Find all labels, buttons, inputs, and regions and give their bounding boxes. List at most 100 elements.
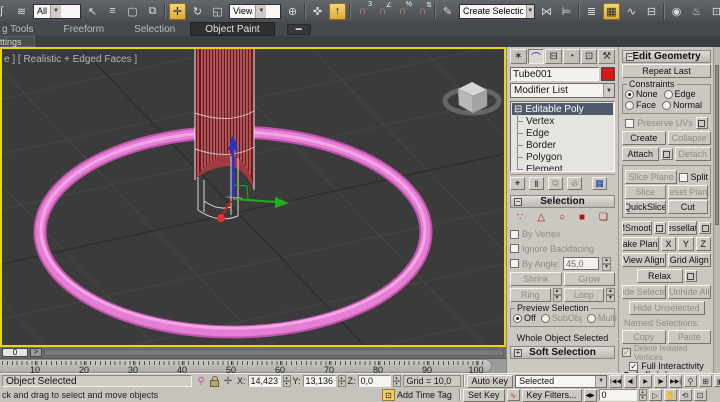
hide-selected-button[interactable]: Hide Selected <box>622 285 666 299</box>
x-coordinate-field[interactable]: 14,423 <box>248 375 281 387</box>
z-spinner[interactable] <box>393 375 401 387</box>
field-of-view-icon[interactable]: ▷ <box>649 389 662 401</box>
edge-subobject-icon[interactable]: △ <box>537 212 545 223</box>
ribbon-tab-freeform[interactable]: Freeform <box>49 22 120 36</box>
panel-scrollbar[interactable] <box>713 47 720 373</box>
make-planar-y-button[interactable]: Y <box>678 237 693 251</box>
scrollbar-thumb[interactable] <box>715 65 719 225</box>
make-unique-icon[interactable]: ⧉ <box>548 177 563 190</box>
next-frame-button[interactable]: |▶ <box>654 375 667 388</box>
tube-object[interactable] <box>195 49 254 219</box>
paste-button[interactable]: Paste <box>668 330 712 344</box>
schematic-view-icon[interactable]: ⊟ <box>643 3 660 20</box>
tab-create[interactable]: ✶ <box>510 49 527 64</box>
edit-geometry-rollout-header[interactable]: Edit Geometry <box>622 50 711 63</box>
current-frame-field[interactable]: 0 <box>599 389 637 401</box>
set-key-button[interactable]: Set Key <box>463 389 505 402</box>
time-slider[interactable]: 0 > <box>0 347 506 359</box>
key-filters-button[interactable]: Key Filters... <box>522 389 582 402</box>
loop-spinner[interactable] <box>606 288 615 302</box>
cut-button[interactable]: Cut <box>668 200 709 214</box>
unhide-all-button[interactable]: Unhide All <box>668 285 712 299</box>
select-by-name-icon[interactable]: ≡ <box>104 3 121 20</box>
tab-display[interactable]: ⊡ <box>581 49 598 64</box>
z-coordinate-field[interactable]: 0,0 <box>358 375 391 387</box>
msmooth-settings-button[interactable] <box>654 222 666 234</box>
tab-hierarchy[interactable]: ⊟ <box>545 49 562 64</box>
tessellate-button[interactable]: Tessellate <box>668 221 698 235</box>
reference-coordinate-dropdown[interactable]: View <box>229 4 281 19</box>
viewcube[interactable] <box>445 82 499 113</box>
detach-button[interactable]: Detach <box>675 147 712 161</box>
named-selection-set-dropdown[interactable]: Create Selection Se <box>459 4 535 19</box>
stack-item-polygon[interactable]: Polygon <box>512 151 613 163</box>
preserve-uvs-checkbox[interactable] <box>625 119 634 128</box>
expand-icon[interactable]: ⊟ <box>514 104 522 115</box>
tab-motion[interactable]: ◔ <box>563 49 580 64</box>
select-and-manipulate-icon[interactable]: ✜ <box>309 3 326 20</box>
select-and-move-icon[interactable]: ✛ <box>169 3 186 20</box>
go-to-end-button[interactable]: ▶▶| <box>669 375 682 388</box>
angle-snap-icon[interactable]: ∩∠ <box>374 3 391 20</box>
by-vertex-checkbox[interactable] <box>510 230 519 239</box>
stack-item-edge[interactable]: Edge <box>512 127 613 139</box>
attach-settings-button[interactable] <box>661 148 673 160</box>
constraint-none-radio[interactable]: None <box>625 89 658 99</box>
spinner-snap-icon[interactable]: ∩⇅ <box>414 3 431 20</box>
constraint-normal-radio[interactable]: Normal <box>662 100 702 110</box>
preserve-uvs-settings-button[interactable] <box>696 117 708 129</box>
tab-modify[interactable]: ⌒ <box>528 49 545 64</box>
make-planar-x-button[interactable]: X <box>661 237 676 251</box>
x-spinner[interactable] <box>283 375 291 387</box>
pin-stack-icon[interactable]: ⌖ <box>510 177 525 190</box>
repeat-last-button[interactable]: Repeat Last <box>622 64 711 78</box>
tab-utilities[interactable]: ⚒ <box>598 49 615 64</box>
curve-editor-icon[interactable]: ∿ <box>623 3 640 20</box>
edit-named-selection-sets-icon[interactable]: ✎ <box>439 3 456 20</box>
selection-lock-icon[interactable] <box>210 380 219 387</box>
mirror-icon[interactable]: ⋈ <box>538 3 555 20</box>
perspective-viewport[interactable]: e ] [ Realistic + Edged Faces ] <box>0 47 506 347</box>
ribbon-tab-object-paint[interactable]: Object Paint <box>190 22 274 36</box>
stack-item-border[interactable]: Border <box>512 139 613 151</box>
modifier-list-dropdown[interactable]: Modifier List <box>510 83 615 98</box>
modifier-stack[interactable]: ⊟ Editable Poly Vertex Edge Border Polyg… <box>510 101 615 172</box>
y-spinner[interactable] <box>338 375 346 387</box>
track-bar-ruler[interactable]: 10 20 30 40 50 60 70 80 90 100 <box>0 359 492 373</box>
play-button[interactable]: ▶ <box>639 375 652 388</box>
stack-item-editable-poly[interactable]: ⊟ Editable Poly <box>512 103 613 115</box>
constraint-face-radio[interactable]: Face <box>625 100 656 110</box>
stack-item-element[interactable]: Element <box>512 163 613 172</box>
split-checkbox[interactable] <box>679 173 688 182</box>
make-planar-z-button[interactable]: Z <box>696 237 711 251</box>
make-planar-button[interactable]: Make Planar <box>622 237 659 251</box>
ribbon-tab-selection[interactable]: Selection <box>119 22 190 36</box>
select-and-rotate-icon[interactable]: ↻ <box>189 3 206 20</box>
pan-icon[interactable]: ✋ <box>664 389 677 401</box>
manage-layers-icon[interactable]: ≣ <box>583 3 600 20</box>
collapse-button[interactable]: Collapse <box>668 131 712 145</box>
previous-frame-button[interactable]: ◀| <box>624 375 637 388</box>
reset-plane-button[interactable]: Reset Plane <box>668 185 709 199</box>
bind-to-space-warp-icon[interactable]: ≋ <box>13 3 30 20</box>
ribbon-tab-modeling-tools[interactable]: g Tools <box>0 22 49 36</box>
snap-toggle-3d-icon[interactable]: ∩3 <box>354 3 371 20</box>
loop-button[interactable]: Loop <box>564 288 605 302</box>
auto-key-button[interactable]: Auto Key <box>467 375 514 388</box>
preview-off-radio[interactable]: Off <box>513 313 536 323</box>
selection-filter-dropdown[interactable]: All <box>33 4 81 19</box>
zoom-icon[interactable]: ⚲ <box>684 375 697 387</box>
key-set-dropdown[interactable]: Selected <box>515 375 607 388</box>
rendered-frame-window-icon[interactable]: ⊡ <box>708 3 720 20</box>
element-subobject-icon[interactable]: ❑ <box>599 212 608 223</box>
orbit-icon[interactable]: ⟲ <box>679 389 692 401</box>
frame-spinner[interactable] <box>639 389 647 401</box>
keyboard-shortcut-override-icon[interactable]: ↑ <box>329 3 346 20</box>
select-and-link-icon[interactable]: ʃ <box>0 3 10 20</box>
msmooth-button[interactable]: MSmooth <box>622 221 652 235</box>
attach-button[interactable]: Attach <box>622 147 659 161</box>
slice-button[interactable]: Slice <box>625 185 666 199</box>
time-slider-track[interactable] <box>44 349 504 356</box>
object-color-swatch[interactable] <box>601 67 615 81</box>
time-slider-frame[interactable]: 0 <box>2 348 28 357</box>
